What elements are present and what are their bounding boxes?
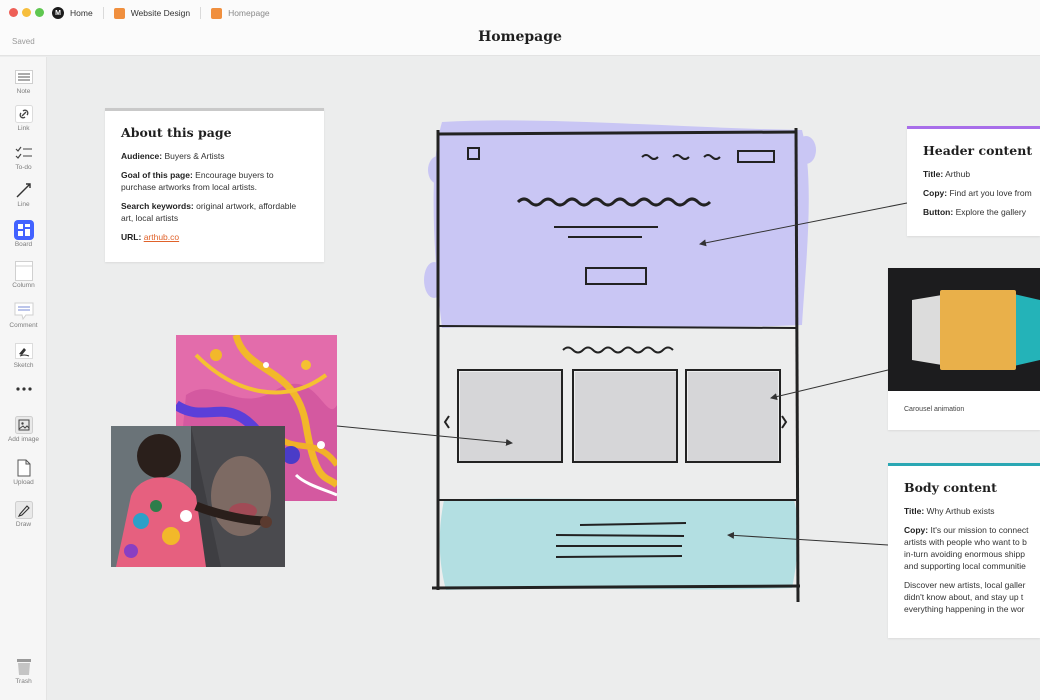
body-title-row: Title: Why Arthub exists	[904, 505, 1024, 517]
images-connector-arrow	[336, 425, 513, 446]
body-connector-arrow	[727, 531, 889, 546]
header-copy-row: Copy: Find art you love from	[923, 187, 1032, 199]
header-title-row: Title: Arthub	[923, 168, 1024, 180]
body-paragraph-line: Discover new artists, local galler	[904, 580, 1026, 590]
header-copy-label: Copy:	[923, 188, 948, 198]
carousel-animation-preview	[888, 268, 1040, 391]
header-button-row: Button: Explore the gallery	[923, 206, 1026, 218]
carousel-caption: Carousel animation	[904, 406, 965, 413]
body-copy-label: Copy:	[904, 525, 929, 535]
carousel-connector-arrow	[770, 369, 889, 401]
body-content-card[interactable]: Body content Title: Why Arthub exists Co…	[888, 463, 1040, 638]
body-paragraph-line: didn't know about, and stay up t	[904, 592, 1024, 602]
body-copy-line: and supporting local communitie	[904, 561, 1026, 571]
connector-arrows	[336, 202, 908, 546]
carousel-animation-card[interactable]: Carousel animation	[888, 268, 1040, 430]
body-title-value: Why Arthub exists	[926, 506, 995, 516]
header-button-label: Button:	[923, 207, 954, 217]
body-title-label: Title:	[904, 506, 925, 516]
header-copy-value: Find art you love from	[949, 188, 1032, 198]
body-copy-line: artists with people who want to b	[904, 537, 1027, 547]
header-title-value: Arthub	[945, 169, 971, 179]
header-card-title: Header content	[923, 143, 1033, 158]
header-title-label: Title:	[923, 169, 944, 179]
header-content-card[interactable]: Header content Title: Arthub Copy: Find …	[907, 126, 1040, 236]
body-paragraph-2: Discover new artists, local galler didn'…	[904, 579, 1026, 615]
body-copy-line: It's our mission to connect	[930, 525, 1029, 535]
body-card-title: Body content	[904, 480, 997, 495]
header-button-value: Explore the gallery	[955, 207, 1026, 217]
body-copy-line: in-turn avoiding enormous shipp	[904, 549, 1025, 559]
body-copy-row: Copy: It's our mission to connect artist…	[904, 524, 1028, 572]
body-paragraph-line: everything happening in the wor	[904, 604, 1025, 614]
header-connector-arrow	[699, 202, 908, 247]
